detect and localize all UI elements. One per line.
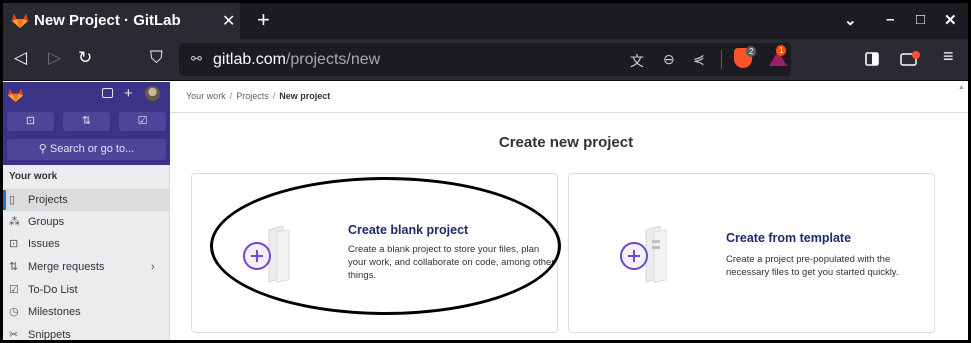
shields-count-badge: 2 — [746, 46, 757, 57]
snippet-icon: ✂ — [9, 329, 19, 340]
sidebar-item-todo-list[interactable]: ☑ To-Do List — [3, 279, 169, 301]
search-button[interactable]: ⚲ Search or go to... — [7, 139, 166, 160]
minimize-icon[interactable]: – — [886, 11, 894, 28]
sidebar-item-groups[interactable]: ⁂ Groups — [3, 211, 169, 233]
group-icon: ⁂ — [9, 216, 20, 228]
issues-icon: ⊡ — [9, 238, 19, 250]
todo-icon: ☑ — [9, 284, 19, 296]
sidebar-item-milestones[interactable]: ◷ Milestones — [3, 301, 169, 323]
sidebar-item-label: To-Do List — [28, 284, 78, 296]
divider — [170, 112, 968, 113]
gitlab-sidebar: + ⊡ ⇅ ☑ ⚲ Search or go to... Your work ▯… — [3, 82, 170, 340]
new-tab-icon[interactable]: + — [257, 7, 270, 33]
active-tab[interactable]: New Project · GitLab ✕ — [3, 3, 240, 39]
sidebar-item-label: Groups — [28, 216, 65, 228]
avatar[interactable] — [145, 86, 160, 101]
sidebar-item-label: Merge requests — [28, 261, 105, 273]
sidebar-item-label: Milestones — [28, 306, 81, 318]
scroll-up-icon[interactable]: ▲ — [958, 84, 965, 91]
sidebar-item-projects[interactable]: ▯ Projects — [3, 189, 169, 211]
close-window-icon[interactable]: ✕ — [944, 11, 957, 29]
url-text[interactable]: gitlab.com/projects/new — [213, 51, 380, 69]
create-new-icon[interactable]: + — [124, 85, 133, 102]
page-title: Create new project — [498, 134, 634, 151]
card-title[interactable]: Create from template — [726, 231, 851, 245]
section-label: Your work — [9, 171, 58, 182]
breadcrumb: Your work / Projects / New project — [186, 91, 330, 101]
sidebar-item-snippets[interactable]: ✂ Snippets — [3, 324, 169, 340]
site-info-icon[interactable]: ⚯ — [191, 51, 202, 67]
collapse-sidebar-icon[interactable] — [102, 88, 113, 98]
address-bar[interactable]: ⚯ gitlab.com/projects/new 文 ⊖ ⋞ 2 1 — [179, 43, 791, 76]
back-icon[interactable]: ◁ — [14, 48, 27, 68]
tab-bar: New Project · GitLab ✕ + ⌄ – □ ✕ — [3, 3, 968, 39]
wallet-icon[interactable] — [900, 51, 922, 67]
sidebar-item-label: Issues — [28, 238, 60, 250]
share-icon[interactable]: ⋞ — [693, 51, 705, 68]
gitlab-logo-icon[interactable] — [7, 87, 24, 103]
maximize-icon[interactable]: □ — [916, 11, 925, 28]
reload-icon[interactable]: ↻ — [78, 48, 92, 68]
merge-requests-shortcut-button[interactable]: ⇅ — [63, 112, 110, 131]
project-icon: ▯ — [9, 194, 16, 206]
milestone-icon: ◷ — [9, 306, 19, 318]
sidebar-toggle-icon[interactable] — [865, 52, 879, 66]
annotation-ellipse — [210, 177, 561, 315]
sidebar-item-merge-requests[interactable]: ⇅ Merge requests › — [3, 256, 169, 278]
gitlab-favicon-icon — [12, 13, 28, 28]
browser-toolbar: ◁ ▷ ↻ ⛉ ⚯ gitlab.com/projects/new 文 ⊖ ⋞ … — [3, 39, 968, 81]
bookmark-icon[interactable]: ⛉ — [150, 48, 163, 68]
merge-request-icon: ⇅ — [9, 261, 19, 273]
forward-icon[interactable]: ▷ — [48, 48, 61, 68]
breadcrumb-your-work[interactable]: Your work — [186, 91, 226, 101]
menu-icon[interactable]: ≡ — [943, 46, 954, 67]
todos-shortcut-button[interactable]: ☑ — [119, 112, 166, 131]
breadcrumb-separator: / — [229, 91, 233, 101]
create-from-template-card[interactable]: Create from template Create a project pr… — [568, 173, 935, 333]
card-description: Create a project pre-populated with the … — [726, 254, 899, 278]
tab-list-chevron-icon[interactable]: ⌄ — [844, 11, 857, 29]
chevron-right-icon: › — [151, 261, 155, 273]
search-icon: ⚲ — [38, 143, 50, 155]
issues-shortcut-button[interactable]: ⊡ — [7, 112, 54, 131]
search-label: Search or go to... — [49, 143, 135, 155]
zoom-out-icon[interactable]: ⊖ — [663, 51, 675, 68]
template-illustration-icon — [620, 226, 667, 283]
tab-title: New Project · GitLab — [34, 12, 181, 29]
sidebar-item-issues[interactable]: ⊡ Issues — [3, 233, 169, 255]
breadcrumb-separator: / — [272, 91, 276, 101]
tab-close-icon[interactable]: ✕ — [222, 11, 235, 31]
breadcrumb-projects[interactable]: Projects — [236, 91, 269, 101]
translate-icon[interactable]: 文 — [630, 51, 644, 71]
divider — [721, 50, 722, 69]
sidebar-item-label: Snippets — [28, 329, 71, 340]
breadcrumb-new-project: New project — [279, 91, 331, 101]
sidebar-header: + ⊡ ⇅ ☑ ⚲ Search or go to... — [3, 82, 170, 165]
sidebar-item-label: Projects — [28, 194, 68, 206]
